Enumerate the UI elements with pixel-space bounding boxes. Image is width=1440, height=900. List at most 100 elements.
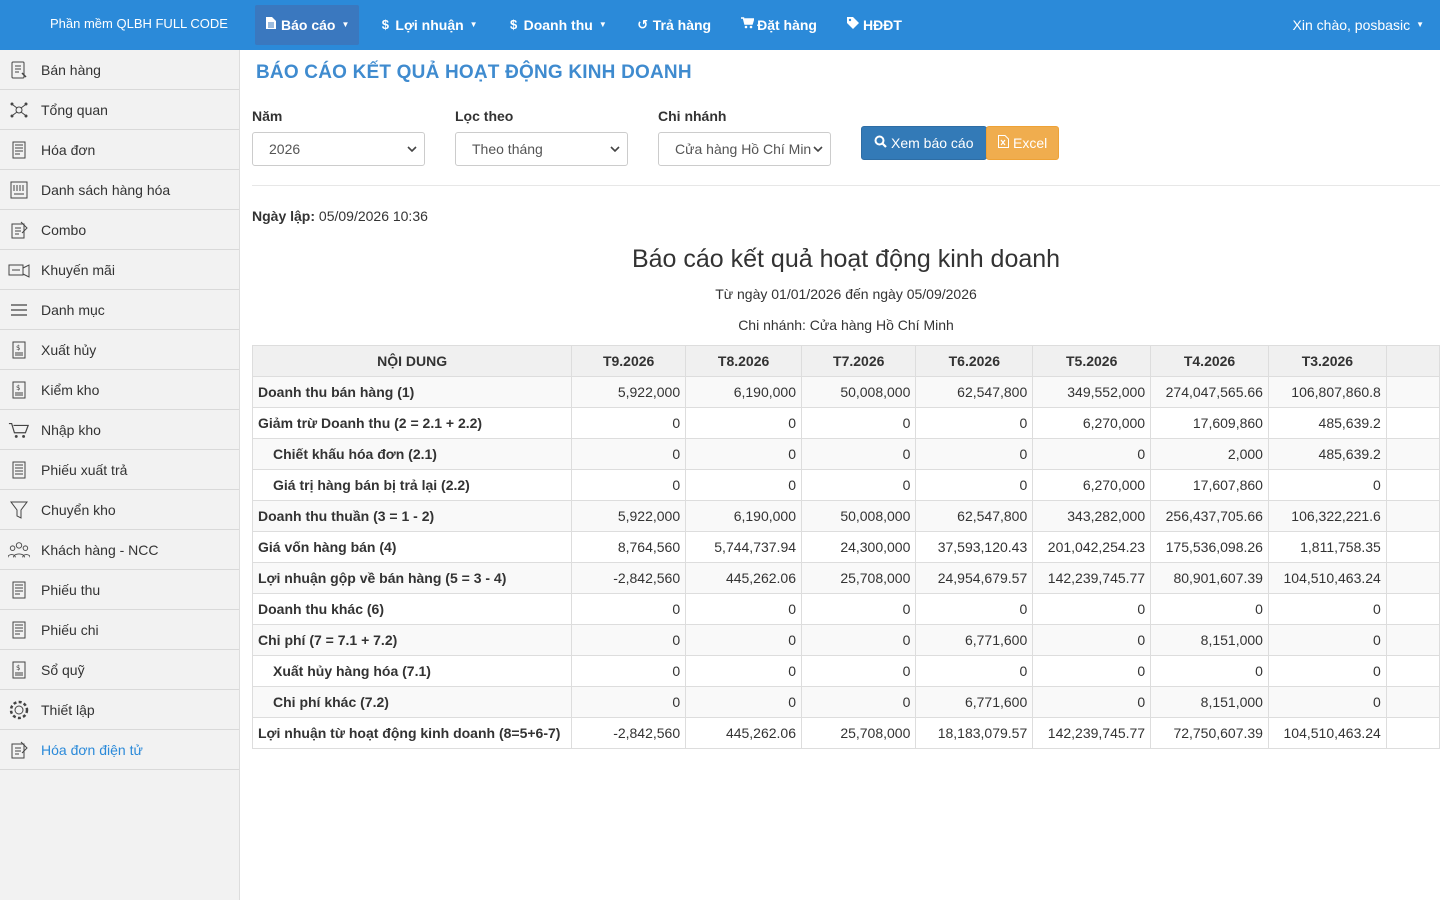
main-content: BÁO CÁO KẾT QUẢ HOẠT ĐỘNG KINH DOANH Năm… xyxy=(240,50,1440,900)
nav-doanh-thu[interactable]: $ Doanh thu ▼ xyxy=(498,5,617,45)
sidebar-item[interactable]: Thiết lập xyxy=(0,690,239,730)
sidebar-item-label: Hóa đơn điện tử xyxy=(41,741,143,758)
column-header-month: T7.2026 xyxy=(801,345,917,377)
sidebar-item[interactable]: Khách hàng - NCC xyxy=(0,530,239,570)
overview-icon xyxy=(8,99,30,121)
table-cell: 0 xyxy=(1267,686,1387,718)
chevron-down-icon: ▼ xyxy=(1416,20,1424,29)
sidebar-item[interactable]: Tổng quan xyxy=(0,90,239,130)
branch-select[interactable]: Cửa hàng Hồ Chí Minh xyxy=(658,132,831,166)
file-icon xyxy=(265,5,277,45)
table-cell: 0 xyxy=(685,407,803,439)
sidebar-item-label: Thiết lập xyxy=(41,701,95,718)
table-cell: 24,300,000 xyxy=(801,531,917,563)
sidebar-item[interactable]: Nhập kho xyxy=(0,410,239,450)
stock-check-icon: $ xyxy=(8,379,30,401)
list-icon xyxy=(8,299,30,321)
user-greeting: Xin chào, posbasic xyxy=(1292,17,1411,33)
sidebar-item[interactable]: Danh sách hàng hóa xyxy=(0,170,239,210)
view-report-label: Xem báo cáo xyxy=(891,135,974,151)
sidebar-item[interactable]: Chuyển kho xyxy=(0,490,239,530)
column-header-month: T9.2026 xyxy=(571,345,687,377)
period-label: Lọc theo xyxy=(455,108,514,124)
row-label: Chi phí khác (7.2) xyxy=(251,686,573,718)
sidebar-item-label: Hóa đơn xyxy=(41,141,96,158)
sidebar-item[interactable]: Combo xyxy=(0,210,239,250)
chevron-down-icon xyxy=(812,133,824,165)
table-cell: 62,547,800 xyxy=(915,500,1034,532)
year-label: Năm xyxy=(252,108,283,124)
dollar-icon: $ xyxy=(509,17,518,32)
report-title: Báo cáo kết quả hoạt động kinh doanh xyxy=(631,245,1061,273)
table-cell: 142,239,745.77 xyxy=(1032,562,1152,594)
table-row: Doanh thu thuần (3 = 1 - 2) 5,922,000 6,19… xyxy=(251,500,1440,532)
table-cell: 485,639.2 xyxy=(1267,407,1387,439)
table-cell: 17,607,860 xyxy=(1150,469,1269,501)
table-cell: 445,262.06 xyxy=(685,562,803,594)
table-cell: 2,000 xyxy=(1150,438,1269,470)
table-cell: 0 xyxy=(685,686,803,718)
table-cell: 256,437,705.66 xyxy=(1150,500,1269,532)
user-menu[interactable]: Xin chào, posbasic ▼ xyxy=(1293,0,1424,50)
table-cell: 6,270,000 xyxy=(1032,407,1152,439)
year-value: 2026 xyxy=(269,141,301,157)
table-cell-overflow xyxy=(1385,655,1440,687)
sidebar-item[interactable]: Phiếu thu xyxy=(0,570,239,610)
table-cell-overflow xyxy=(1385,686,1440,718)
filter-bar: Năm 2026 Lọc theo Theo tháng Chi nhánh C… xyxy=(252,108,1440,186)
row-label: Lợi nhuận gộp về bán hàng (5 = 3 - 4) xyxy=(251,562,573,594)
table-cell: 0 xyxy=(801,624,917,656)
table-cell: 18,183,079.57 xyxy=(915,717,1034,749)
table-cell-overflow xyxy=(1385,717,1440,749)
table-cell: 142,239,745.77 xyxy=(1032,717,1152,749)
table-cell: 5,922,000 xyxy=(571,376,687,408)
year-select[interactable]: 2026 xyxy=(252,132,425,166)
excel-label: Excel xyxy=(1013,135,1048,151)
table-cell: 0 xyxy=(915,655,1034,687)
table-cell: 0 xyxy=(685,655,803,687)
sidebar-item[interactable]: Hóa đơn xyxy=(0,130,239,170)
sidebar-item[interactable]: $ Sổ quỹ xyxy=(0,650,239,690)
table-cell: 80,901,607.39 xyxy=(1150,562,1269,594)
nav-dat-hang[interactable]: Đặt hàng xyxy=(731,5,827,45)
sidebar-item[interactable]: Khuyến mãi xyxy=(0,250,239,290)
table-cell: 106,322,221.6 xyxy=(1267,500,1387,532)
sidebar-item[interactable]: Phiếu xuất trả xyxy=(0,450,239,490)
table-cell: 0 xyxy=(1150,655,1269,687)
period-select[interactable]: Theo tháng xyxy=(455,132,628,166)
sidebar-item[interactable]: Bán hàng xyxy=(0,50,239,90)
excel-button[interactable]: Excel xyxy=(986,126,1060,160)
row-label: Giá vốn hàng bán (4) xyxy=(251,531,573,563)
nav-hddt[interactable]: HĐĐT xyxy=(837,5,912,45)
chevron-down-icon: ▼ xyxy=(469,20,478,29)
row-label: Chiết khấu hóa đơn (2.1) xyxy=(251,438,573,470)
table-cell: 17,609,860 xyxy=(1150,407,1269,439)
customers-icon xyxy=(8,539,30,561)
brand-title[interactable]: Phần mềm QLBH FULL CODE xyxy=(50,0,228,50)
sidebar-item-label: Combo xyxy=(41,221,87,238)
sidebar-item-label: Phiếu chi xyxy=(41,621,99,638)
return-slip-icon xyxy=(8,459,30,481)
table-row: Lợi nhuận gộp về bán hàng (5 = 3 - 4) -2,… xyxy=(251,562,1440,594)
sidebar-item[interactable]: Danh mục xyxy=(0,290,239,330)
table-row: Giá vốn hàng bán (4) 8,764,560 5,744,737.9… xyxy=(251,531,1440,563)
table-cell: 343,282,000 xyxy=(1032,500,1152,532)
sidebar-item[interactable]: Hóa đơn điện tử xyxy=(0,730,239,770)
table-cell: 0 xyxy=(1032,686,1152,718)
row-label: Doanh thu thuần (3 = 1 - 2) xyxy=(251,500,573,532)
search-icon xyxy=(874,127,887,159)
sidebar-item-label: Nhập kho xyxy=(41,421,101,438)
table-cell: 50,008,000 xyxy=(801,376,917,408)
sidebar-item[interactable]: Phiếu chi xyxy=(0,610,239,650)
sidebar-item[interactable]: $ Kiểm kho xyxy=(0,370,239,410)
sidebar-item-label: Kiểm kho xyxy=(41,381,100,398)
sidebar-item-label: Xuất hủy xyxy=(41,341,97,358)
table-cell: 0 xyxy=(685,593,803,625)
sidebar-item-label: Danh mục xyxy=(41,301,105,318)
nav-bao-cao[interactable]: Báo cáo ▼ xyxy=(255,5,360,45)
nav-loi-nhuan[interactable]: $ Lợi nhuận ▼ xyxy=(369,5,487,45)
sidebar-item[interactable]: $ Xuất hủy xyxy=(0,330,239,370)
table-cell: 0 xyxy=(571,593,687,625)
view-report-button[interactable]: Xem báo cáo xyxy=(861,126,987,160)
nav-tra-hang[interactable]: ↺ Trả hàng xyxy=(627,5,721,45)
